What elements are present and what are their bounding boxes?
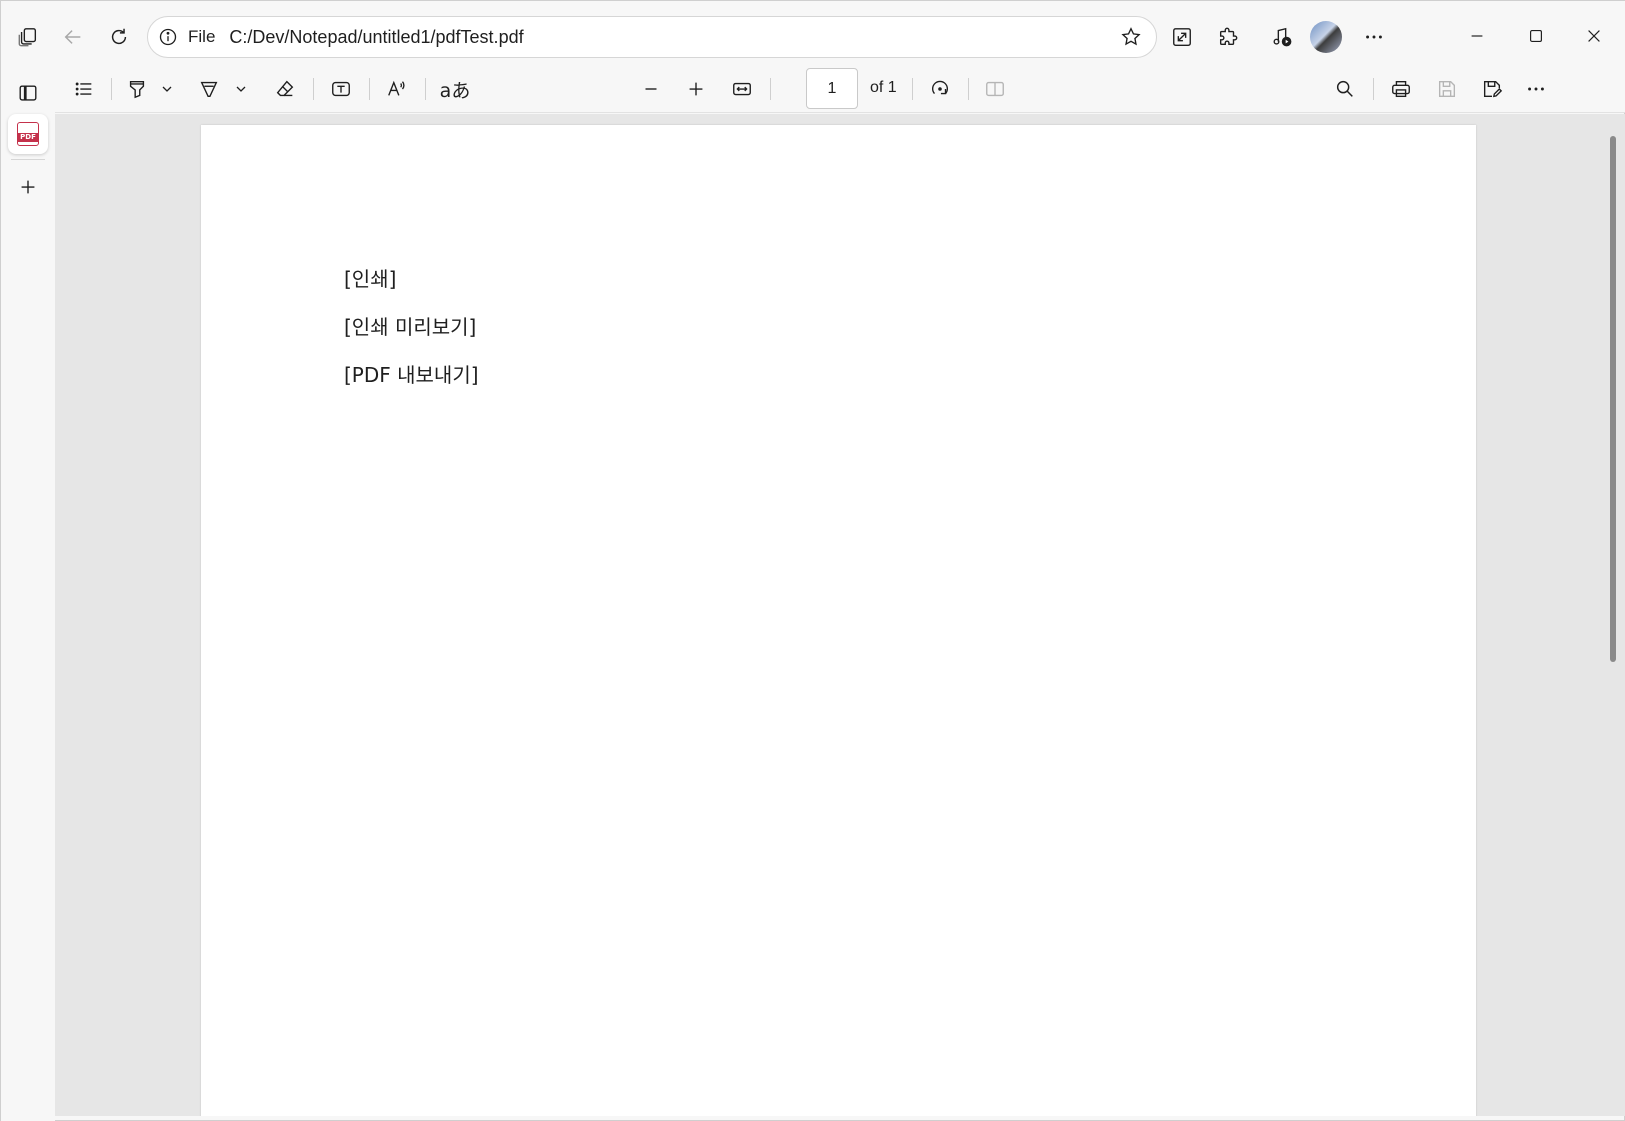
- toolbar-separator: [313, 78, 314, 100]
- vertical-scrollbar[interactable]: [1610, 136, 1616, 662]
- minimize-icon[interactable]: [1454, 15, 1500, 57]
- plus-icon[interactable]: [8, 167, 48, 207]
- save-as-icon[interactable]: [1472, 69, 1512, 109]
- puzzle-icon[interactable]: [1208, 17, 1248, 57]
- translate-icon[interactable]: aあ: [432, 69, 478, 109]
- browser-window: File C:/Dev/Notepad/untitled1/pdfTest.pd…: [0, 0, 1625, 1121]
- toolbar-separator: [968, 78, 969, 100]
- page-total-label: of 1: [870, 79, 897, 96]
- pdf-toolbar: aあ 1 of 1: [55, 65, 1625, 113]
- maximize-icon[interactable]: [1513, 15, 1559, 57]
- save-icon[interactable]: [1427, 69, 1467, 109]
- text-box-icon[interactable]: [321, 69, 361, 109]
- workspaces-icon[interactable]: [8, 17, 48, 57]
- pdf-file-icon: PDF: [17, 122, 39, 146]
- zoom-in-icon[interactable]: [676, 69, 716, 109]
- url-scheme-label: File: [188, 27, 216, 46]
- chevron-down-icon[interactable]: [147, 69, 187, 109]
- toolbar-separator: [111, 78, 112, 100]
- print-icon[interactable]: [1381, 69, 1421, 109]
- url-text[interactable]: C:/Dev/Notepad/untitled1/pdfTest.pdf: [229, 27, 523, 48]
- translate-label: aあ: [439, 79, 471, 102]
- ellipsis-icon[interactable]: [1516, 69, 1556, 109]
- fit-to-width-icon[interactable]: [722, 69, 762, 109]
- contents-list-icon[interactable]: [64, 69, 104, 109]
- info-icon[interactable]: [158, 27, 178, 47]
- zoom-out-icon[interactable]: [631, 69, 671, 109]
- toolbar-separator: [1373, 78, 1374, 100]
- refresh-icon[interactable]: [99, 17, 139, 57]
- pdf-page: [인쇄] [인쇄 미리보기] [PDF 내보내기]: [201, 125, 1476, 1116]
- page-number-input[interactable]: 1: [806, 68, 858, 109]
- toolbar-separator: [425, 78, 426, 100]
- tab-pdf-document[interactable]: PDF: [8, 114, 48, 154]
- chevron-down-icon[interactable]: [221, 69, 261, 109]
- expand-icon[interactable]: [1162, 17, 1202, 57]
- toolbar-separator: [770, 78, 771, 100]
- media-control-icon[interactable]: [1262, 17, 1302, 57]
- toolbar-separator: [369, 78, 370, 100]
- vertical-tab-strip: PDF: [1, 73, 55, 1121]
- read-aloud-icon[interactable]: [377, 69, 417, 109]
- address-bar[interactable]: File C:/Dev/Notepad/untitled1/pdfTest.pd…: [147, 16, 1157, 58]
- search-icon[interactable]: [1325, 69, 1365, 109]
- tab-divider: [11, 159, 45, 160]
- pdf-viewer[interactable]: [인쇄] [인쇄 미리보기] [PDF 내보내기]: [55, 114, 1625, 1116]
- document-line: [인쇄]: [344, 267, 397, 291]
- document-line: [인쇄 미리보기]: [344, 315, 477, 339]
- ellipsis-icon[interactable]: [1354, 17, 1394, 57]
- close-icon[interactable]: [1571, 15, 1617, 57]
- back-arrow-icon[interactable]: [53, 17, 93, 57]
- eraser-icon[interactable]: [265, 69, 305, 109]
- sidebar-toggle-icon[interactable]: [8, 73, 48, 113]
- document-line: [PDF 내보내기]: [344, 363, 479, 387]
- toolbar-separator: [912, 78, 913, 100]
- star-icon[interactable]: [1112, 18, 1150, 56]
- title-bar: File C:/Dev/Notepad/untitled1/pdfTest.pd…: [1, 1, 1625, 73]
- profile-avatar[interactable]: [1310, 21, 1342, 53]
- rotate-icon[interactable]: [920, 69, 960, 109]
- page-view-icon[interactable]: [975, 69, 1015, 109]
